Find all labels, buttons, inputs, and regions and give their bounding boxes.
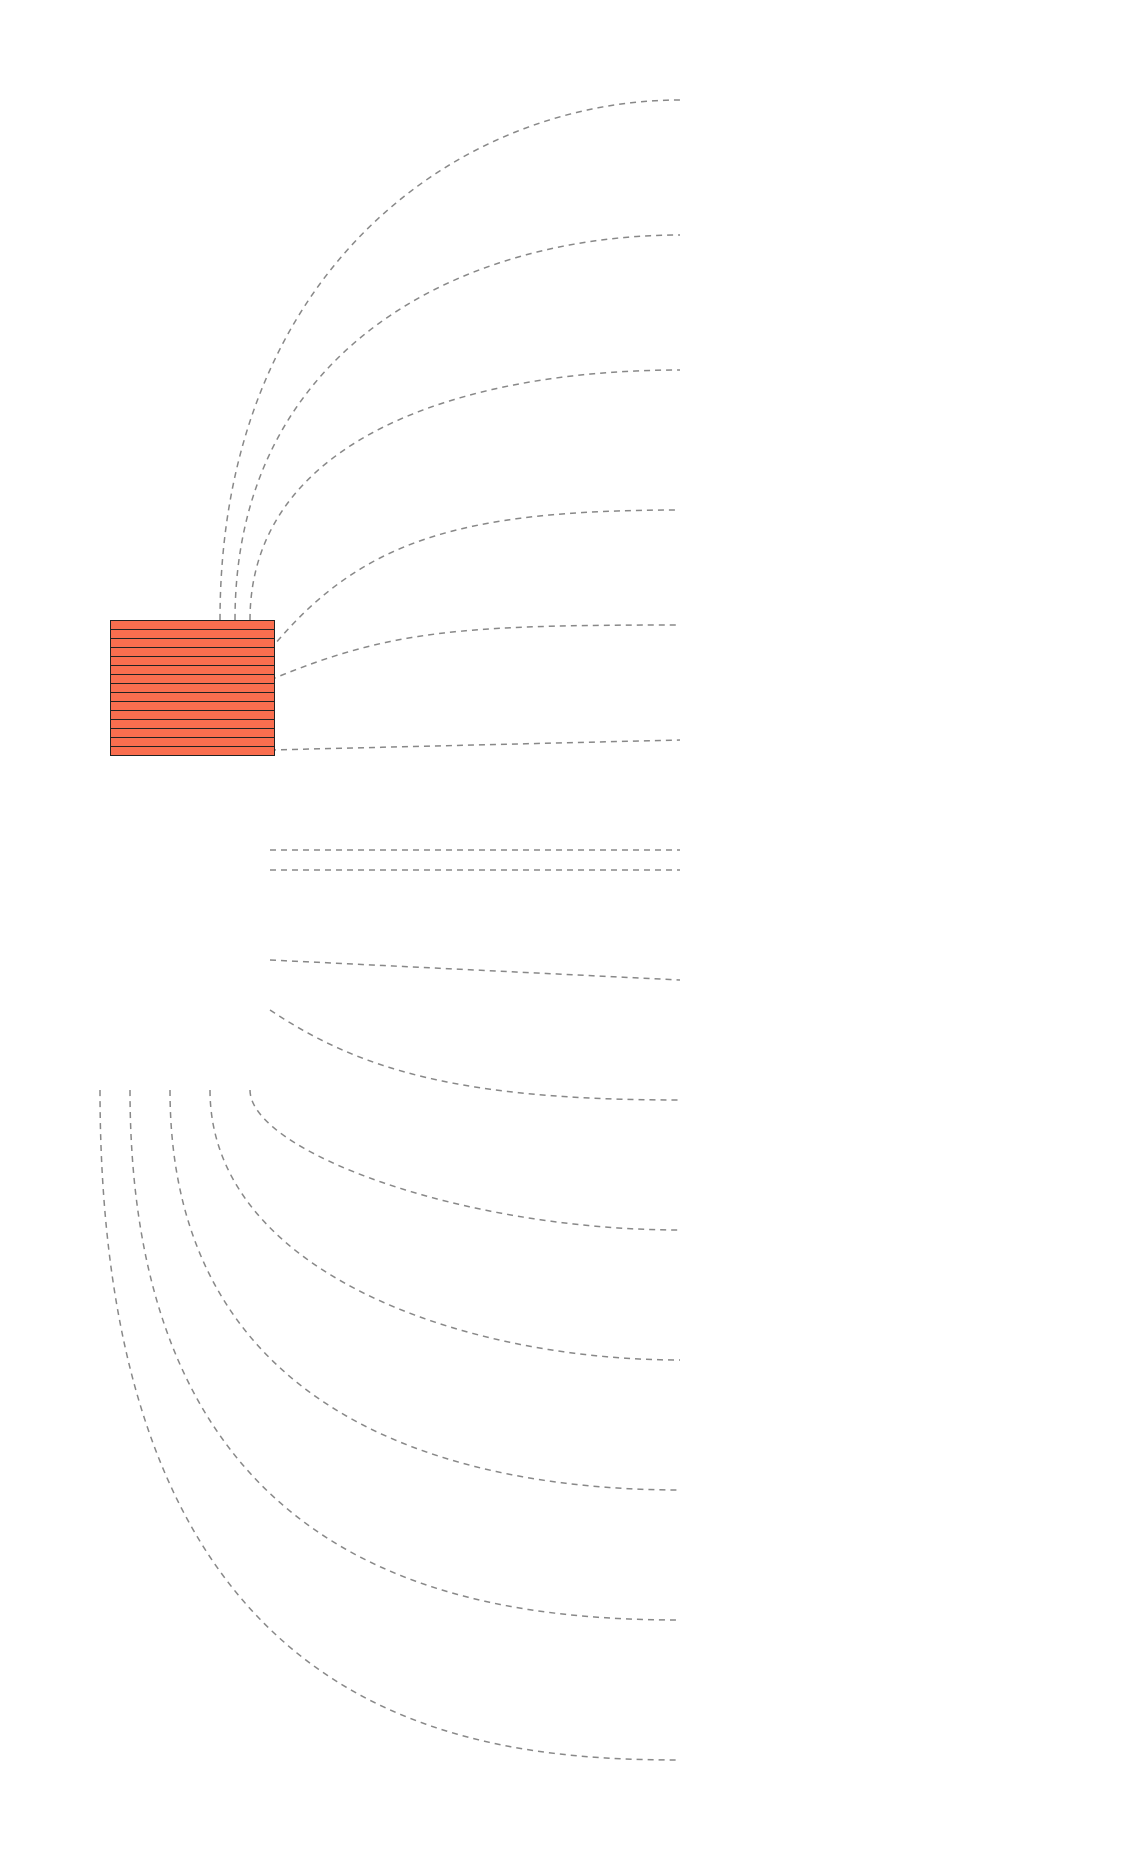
field bbox=[111, 693, 274, 702]
field bbox=[111, 630, 274, 639]
field bbox=[111, 675, 274, 684]
connector-lines bbox=[10, 20, 1126, 1830]
field bbox=[111, 711, 274, 720]
field bbox=[111, 648, 274, 657]
field bbox=[111, 639, 274, 648]
field bbox=[111, 666, 274, 675]
entity-header bbox=[111, 621, 274, 630]
field bbox=[111, 747, 274, 755]
field bbox=[111, 729, 274, 738]
field bbox=[111, 720, 274, 729]
field bbox=[111, 738, 274, 747]
er-diagram bbox=[10, 20, 1126, 1830]
field bbox=[111, 702, 274, 711]
entity-ufplt bbox=[110, 620, 275, 756]
field bbox=[111, 684, 274, 693]
field bbox=[111, 657, 274, 666]
